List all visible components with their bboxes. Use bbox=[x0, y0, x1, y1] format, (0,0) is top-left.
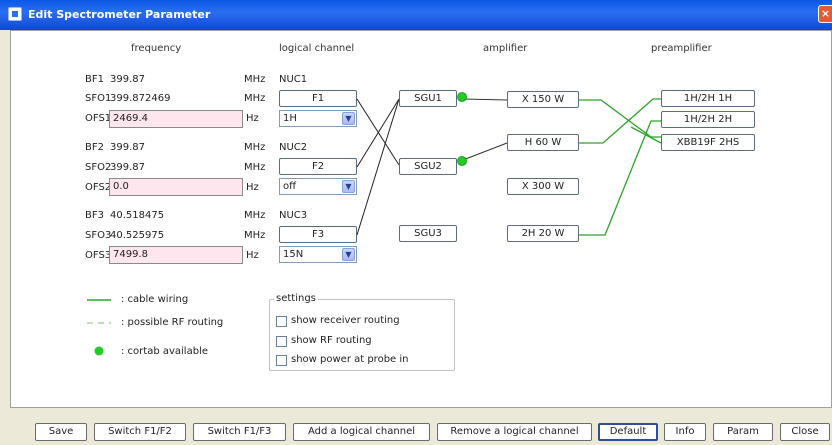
cortab-dot-sgu2 bbox=[457, 156, 467, 166]
dialog-window: Edit Spectrometer Parameter × frequency … bbox=[0, 0, 832, 445]
switch-f1-f3-button[interactable]: Switch F1/F3 bbox=[193, 423, 286, 441]
sgu-2[interactable]: SGU2 bbox=[399, 158, 457, 175]
legend-cable-wiring: : cable wiring bbox=[121, 294, 189, 305]
show-power-at-probe-in-checkbox[interactable] bbox=[276, 355, 287, 366]
default-button[interactable]: Default bbox=[598, 423, 658, 441]
amplifier-2h20[interactable]: 2H 20 W bbox=[507, 225, 579, 242]
settings-title: settings bbox=[274, 293, 318, 304]
add-logical-channel-button[interactable]: Add a logical channel bbox=[293, 423, 430, 441]
close-button[interactable]: Close bbox=[780, 423, 830, 441]
close-window-icon[interactable]: × bbox=[818, 5, 832, 23]
show-rf-routing-checkbox[interactable] bbox=[276, 336, 287, 347]
remove-logical-channel-button[interactable]: Remove a logical channel bbox=[437, 423, 592, 441]
main-panel: frequency logical channel amplifier prea… bbox=[10, 30, 832, 408]
switch-f1-f2-button[interactable]: Switch F1/F2 bbox=[94, 423, 186, 441]
save-button[interactable]: Save bbox=[35, 423, 87, 441]
sgu-1[interactable]: SGU1 bbox=[399, 90, 457, 107]
sgu-3[interactable]: SGU3 bbox=[399, 225, 457, 242]
cortab-dot-sgu1 bbox=[457, 92, 467, 102]
route-sgu1-x150 bbox=[462, 98, 508, 101]
show-power-at-probe-in-label: show power at probe in bbox=[291, 354, 409, 365]
settings-group: settings show receiver routing show RF r… bbox=[269, 293, 455, 371]
amplifier-h60[interactable]: H 60 W bbox=[507, 134, 579, 151]
preamp-1h2h-1h[interactable]: 1H/2H 1H bbox=[661, 90, 755, 107]
bottom-button-bar: Save Switch F1/F2 Switch F1/F3 Add a log… bbox=[0, 418, 832, 445]
window-title: Edit Spectrometer Parameter bbox=[28, 8, 211, 21]
show-receiver-routing-label: show receiver routing bbox=[291, 315, 400, 326]
route-sgu2-h60 bbox=[462, 142, 508, 161]
wire-x150-preamp2 bbox=[579, 99, 661, 138]
legend-possible-rf-routing: : possible RF routing bbox=[121, 317, 224, 328]
show-rf-routing-label: show RF routing bbox=[291, 335, 372, 346]
param-button[interactable]: Param bbox=[713, 423, 773, 441]
app-window-icon bbox=[8, 7, 22, 21]
legend-cortab-available: : cortab available bbox=[121, 346, 208, 357]
legend-cortab-dot bbox=[94, 346, 104, 356]
amplifier-x150[interactable]: X 150 W bbox=[507, 91, 579, 108]
title-bar[interactable]: Edit Spectrometer Parameter × bbox=[0, 0, 832, 30]
show-receiver-routing-checkbox[interactable] bbox=[276, 316, 287, 327]
wire-cross bbox=[630, 126, 662, 144]
amplifier-x300[interactable]: X 300 W bbox=[507, 178, 579, 195]
info-button[interactable]: Info bbox=[664, 423, 706, 441]
preamp-xbb19f-2hs[interactable]: XBB19F 2HS bbox=[661, 134, 755, 151]
route-f3-sgu1 bbox=[356, 98, 400, 236]
preamp-1h2h-2h[interactable]: 1H/2H 2H bbox=[661, 111, 755, 128]
wire-2h20-preamp3 bbox=[579, 120, 661, 236]
